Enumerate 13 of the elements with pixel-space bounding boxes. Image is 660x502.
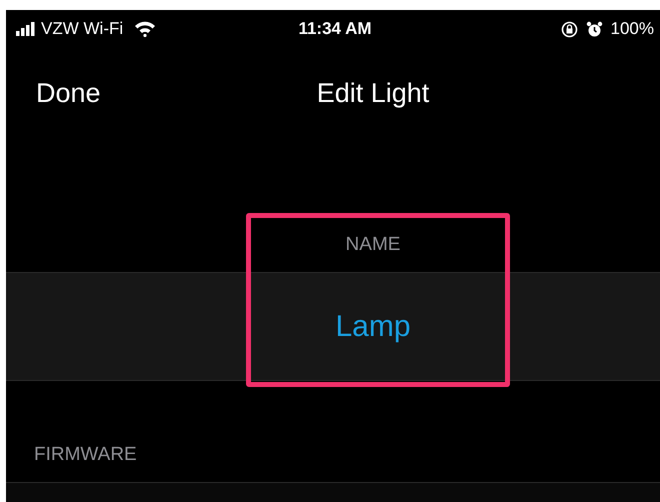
alarm-icon <box>586 20 603 38</box>
signal-icon <box>16 22 36 36</box>
section-header: NAME <box>346 234 400 256</box>
clock-time: 11:34 AM <box>298 19 372 39</box>
screen-title: Edit Light <box>316 78 430 108</box>
name-row[interactable]: Lamp <box>6 272 660 381</box>
wifi-icon <box>134 21 156 37</box>
rotation-lock-icon <box>560 20 578 38</box>
carrier-label: VZW Wi-Fi <box>41 19 124 39</box>
name-value: Lamp <box>335 310 411 344</box>
done-button[interactable]: Done <box>36 78 101 109</box>
section-header: FIRMWARE <box>34 444 137 466</box>
battery-percentage: 100% <box>610 19 654 39</box>
